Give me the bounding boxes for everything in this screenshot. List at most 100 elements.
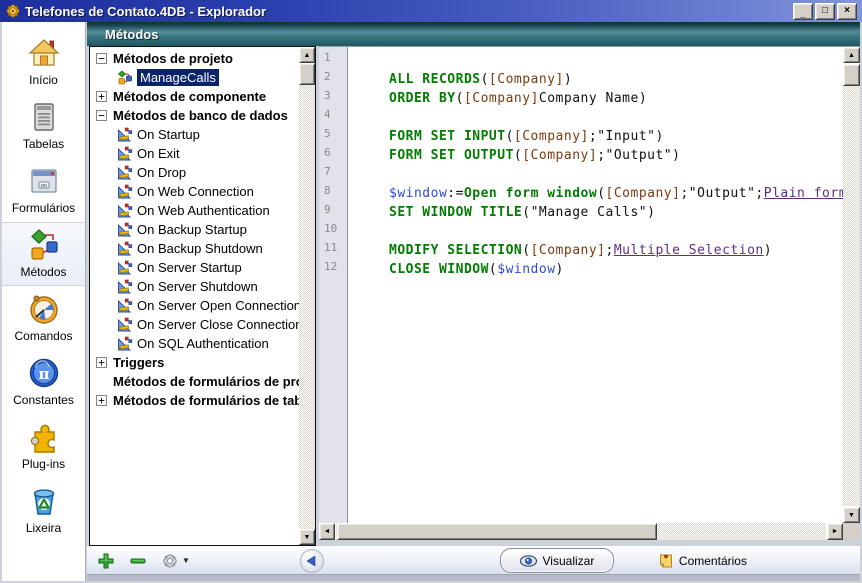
- scroll-down-button[interactable]: ▼: [843, 507, 860, 523]
- scroll-up-button[interactable]: ▲: [843, 47, 860, 63]
- bottom-toolbar: ▼ Visualizar Comentários: [87, 546, 860, 581]
- db-method-icon: [117, 260, 133, 276]
- scroll-thumb[interactable]: [843, 64, 860, 86]
- db-method-icon: [117, 298, 133, 314]
- db-method-icon: [117, 184, 133, 200]
- tree-row[interactable]: −Métodos de banco de dados: [90, 106, 299, 125]
- scroll-left-button[interactable]: ◄: [319, 523, 335, 540]
- line-number: 3: [319, 89, 347, 108]
- title-bar[interactable]: Telefones de Contato.4DB - Explorador _□…: [0, 0, 862, 22]
- code-token-str: "Manage Calls": [531, 205, 648, 220]
- sidebar-item-label: Constantes: [13, 393, 74, 407]
- collapse-box-icon[interactable]: −: [96, 110, 107, 121]
- code-token-plain: (: [522, 205, 530, 220]
- line-number: 11: [319, 241, 347, 260]
- tree-row[interactable]: +Triggers: [90, 353, 299, 372]
- add-button[interactable]: [97, 552, 115, 570]
- tree-item-label: ManageCalls: [137, 69, 219, 86]
- tree-row[interactable]: On Backup Startup: [90, 220, 299, 239]
- actions-menu-button[interactable]: ▼: [161, 552, 190, 570]
- db-method-icon: [117, 127, 133, 143]
- tree-row[interactable]: On Backup Shutdown: [90, 239, 299, 258]
- tree-row[interactable]: On Drop: [90, 163, 299, 182]
- tree-row[interactable]: On Server Shutdown: [90, 277, 299, 296]
- comentarios-button[interactable]: Comentários: [658, 553, 747, 569]
- sidebar-item-plugins[interactable]: Plug-ins: [2, 414, 85, 478]
- tree-item-label: On Exit: [137, 146, 180, 161]
- code-token-plain: ): [764, 243, 772, 258]
- db-method-icon: [117, 279, 133, 295]
- tree-row[interactable]: On Exit: [90, 144, 299, 163]
- scroll-thumb[interactable]: [337, 523, 657, 540]
- code-line: MODIFY SELECTION([Company];Multiple Sele…: [349, 241, 843, 260]
- code-line: CLOSE WINDOW($window): [349, 260, 843, 279]
- tree-row[interactable]: ManageCalls: [90, 68, 299, 87]
- panel-header: Métodos: [87, 22, 860, 46]
- tree-row[interactable]: On Web Connection: [90, 182, 299, 201]
- code-token-plain: ;: [606, 243, 614, 258]
- tree-row[interactable]: On Web Authentication: [90, 201, 299, 220]
- scroll-right-button[interactable]: ►: [827, 523, 843, 540]
- sidebar-item-tabelas[interactable]: Tabelas: [2, 94, 85, 158]
- window-controls: _□×: [793, 3, 857, 20]
- tree-row[interactable]: On Server Startup: [90, 258, 299, 277]
- plugins-icon: [27, 420, 61, 454]
- sidebar-item-metodos[interactable]: Métodos: [2, 222, 85, 286]
- sidebar-item-formularios[interactable]: OK Formulários: [2, 158, 85, 222]
- tree-row[interactable]: On Server Close Connection: [90, 315, 299, 334]
- tree-item-label: On Drop: [137, 165, 186, 180]
- line-number: 1: [319, 51, 347, 70]
- tree-row[interactable]: On Startup: [90, 125, 299, 144]
- code-token-plain: ): [672, 148, 680, 163]
- expand-box-icon[interactable]: +: [96, 395, 107, 406]
- chevron-down-icon: ▼: [182, 556, 190, 565]
- tree-vertical-scrollbar[interactable]: ▲ ▼: [299, 47, 315, 545]
- sidebar-item-label: Formulários: [12, 201, 75, 215]
- expand-box-icon[interactable]: +: [96, 91, 107, 102]
- scroll-thumb[interactable]: [299, 63, 315, 85]
- collapse-panel-button[interactable]: [300, 549, 324, 573]
- tree-row[interactable]: +Métodos de formulários de tabela: [90, 391, 299, 410]
- scroll-track[interactable]: [843, 64, 860, 506]
- expand-box-icon[interactable]: +: [96, 357, 107, 368]
- collapse-box-icon[interactable]: −: [96, 53, 107, 64]
- code-token-plain: ;: [589, 129, 597, 144]
- code-token-plain: ): [556, 262, 564, 277]
- svg-text:OK: OK: [40, 183, 47, 188]
- tree-row[interactable]: +Métodos de componente: [90, 87, 299, 106]
- maximize-button[interactable]: □: [815, 3, 835, 20]
- sidebar-item-inicio[interactable]: Início: [2, 30, 85, 94]
- editor-horizontal-scrollbar[interactable]: ◄ ►: [319, 523, 843, 540]
- minimize-button[interactable]: _: [793, 3, 813, 20]
- sidebar-item-label: Métodos: [20, 265, 66, 279]
- svg-text:π: π: [38, 365, 49, 383]
- code-token-cmd: MODIFY SELECTION: [389, 243, 522, 258]
- tree-item-label: On Server Close Connection: [137, 317, 299, 332]
- tree-row[interactable]: −Métodos de projeto: [90, 49, 299, 68]
- editor-vertical-scrollbar[interactable]: ▲ ▼: [843, 47, 860, 523]
- comentarios-label: Comentários: [679, 554, 747, 568]
- forms-icon: OK: [27, 164, 61, 198]
- db-method-icon: [117, 146, 133, 162]
- code-token-tbl: [Company]: [489, 72, 564, 87]
- sidebar-item-lixeira[interactable]: Lixeira: [2, 478, 85, 542]
- sidebar: InícioTabelas OK Formulários Métodos Comando…: [2, 22, 86, 581]
- scroll-track[interactable]: [299, 63, 315, 529]
- code-editor[interactable]: ALL RECORDS([Company])ORDER BY([Company]…: [349, 47, 843, 523]
- code-token-cmd: Open form window: [464, 186, 597, 201]
- visualizar-button[interactable]: Visualizar: [500, 548, 614, 573]
- sidebar-item-comandos[interactable]: Comandos: [2, 286, 85, 350]
- remove-button[interactable]: [129, 552, 147, 570]
- tree-row[interactable]: On Server Open Connection: [90, 296, 299, 315]
- close-button[interactable]: ×: [837, 3, 857, 20]
- code-token-plain: ): [655, 129, 663, 144]
- line-number: 6: [319, 146, 347, 165]
- tree-row[interactable]: Métodos de formulários de projeto: [90, 372, 299, 391]
- code-token-plain: :=: [447, 186, 464, 201]
- scroll-down-button[interactable]: ▼: [299, 529, 315, 545]
- tree-row[interactable]: On SQL Authentication: [90, 334, 299, 353]
- tree-item-label: Métodos de banco de dados: [113, 108, 288, 123]
- scroll-up-button[interactable]: ▲: [299, 47, 315, 63]
- sidebar-item-constantes[interactable]: π Constantes: [2, 350, 85, 414]
- line-number: 8: [319, 184, 347, 203]
